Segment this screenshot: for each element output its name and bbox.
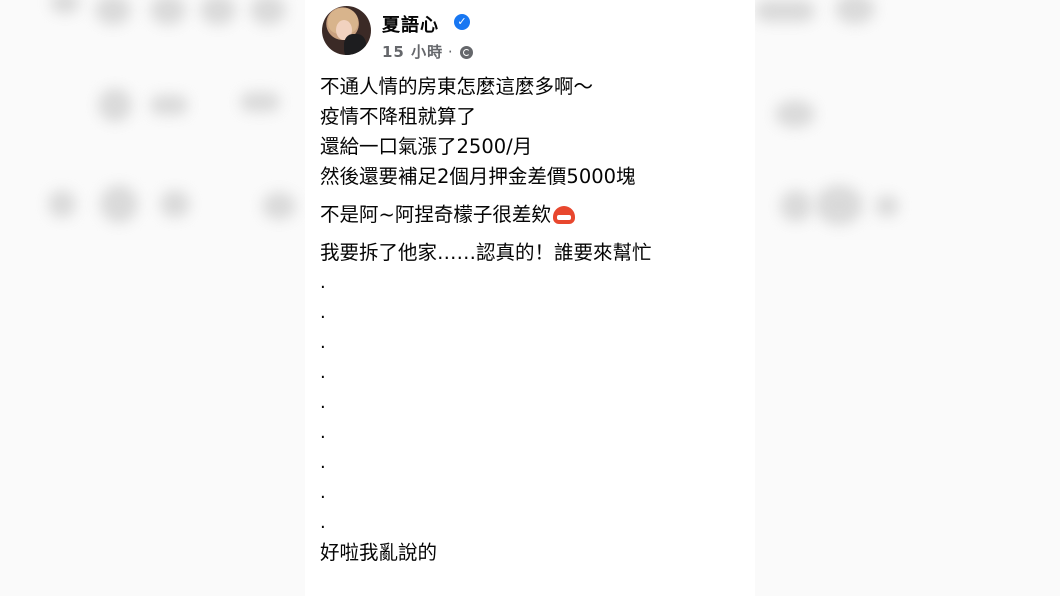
- blurred-background-left: [0, 0, 305, 596]
- post-line-dot: .: [320, 422, 326, 443]
- post-line: 還給一口氣漲了2500/月: [320, 135, 533, 158]
- post-line-dot: .: [320, 482, 326, 503]
- post-line: 好啦我亂說的: [320, 541, 438, 564]
- post-line-dot: .: [320, 302, 326, 323]
- post-line: 不是阿~阿捏奇檬子很差欸: [320, 200, 740, 230]
- post-line-dot: .: [320, 362, 326, 383]
- facebook-post: 夏語心 ✓ 15 小時 · 不通人情的房東怎麼這麼多啊～ 疫情不降租就算了 還給…: [305, 0, 755, 596]
- post-line-dot: .: [320, 392, 326, 413]
- post-body: 不通人情的房東怎麼這麼多啊～ 疫情不降租就算了 還給一口氣漲了2500/月 然後…: [320, 72, 740, 568]
- meta-separator: ·: [447, 43, 453, 61]
- post-line: 不通人情的房東怎麼這麼多啊～: [320, 75, 594, 98]
- rage-face-emoji-icon: [552, 206, 575, 224]
- avatar[interactable]: [322, 6, 371, 55]
- post-line: 我要拆了他家……認真的！誰要來幫忙: [320, 241, 652, 264]
- post-line-dot: .: [320, 272, 326, 293]
- post-line-dot: .: [320, 332, 326, 353]
- post-line: 疫情不降租就算了: [320, 105, 477, 128]
- post-line-dot: .: [320, 452, 326, 473]
- blurred-background-right: [755, 0, 1060, 596]
- verified-badge-icon: ✓: [454, 14, 470, 30]
- post-line-text: 不是阿~阿捏奇檬子很差欸: [320, 203, 551, 226]
- globe-icon[interactable]: [460, 46, 474, 59]
- post-line: 然後還要補足2個月押金差價5000塊: [320, 165, 636, 188]
- post-timestamp[interactable]: 15 小時: [382, 43, 443, 61]
- post-line-dot: .: [320, 512, 326, 533]
- post-meta: 15 小時 ·: [382, 41, 474, 62]
- author-name[interactable]: 夏語心: [382, 11, 439, 37]
